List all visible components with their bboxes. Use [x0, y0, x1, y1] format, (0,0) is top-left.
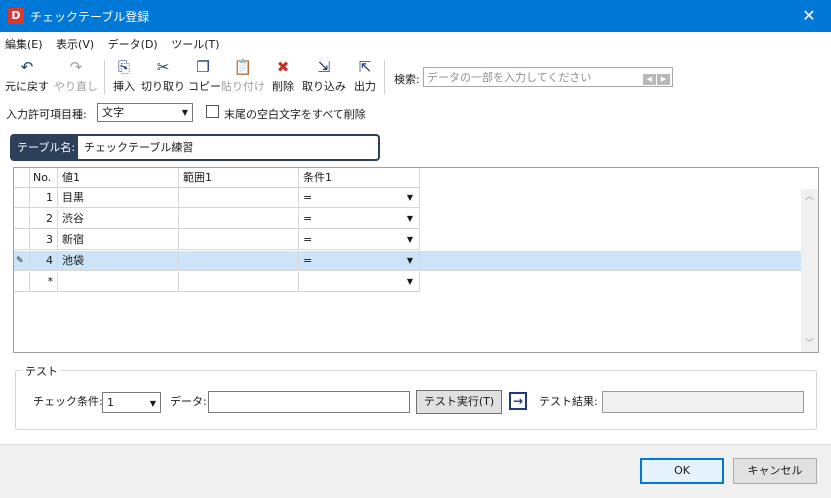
cell-value[interactable] — [58, 272, 179, 292]
search-next-icon[interactable]: ▶ — [657, 74, 670, 85]
clipboard-icon: 📋 — [233, 58, 253, 76]
cell-no: 1 — [30, 188, 58, 208]
chevron-down-icon[interactable]: ▼ — [407, 272, 413, 291]
scroll-up-icon[interactable]: ︿ — [801, 189, 818, 205]
cell-no: 3 — [30, 230, 58, 250]
undo-button[interactable]: ↶ 元に戻す — [4, 56, 50, 98]
edit-pencil-icon[interactable]: ✎ — [14, 251, 30, 271]
menu-data[interactable]: データ(D) — [103, 36, 163, 54]
row-header[interactable] — [14, 272, 30, 292]
cell-value[interactable]: 池袋 — [58, 251, 179, 271]
import-icon: ⇲ — [317, 58, 331, 76]
row-header-corner — [14, 168, 30, 188]
cell-value[interactable]: 渋谷 — [58, 209, 179, 229]
chevron-down-icon: ▼ — [181, 108, 188, 117]
search-prev-icon[interactable]: ◀ — [643, 74, 656, 85]
test-run-button[interactable]: テスト実行(T) — [416, 390, 502, 414]
col-header-range[interactable]: 範囲1 — [179, 168, 299, 188]
test-group-legend: テスト — [22, 363, 61, 379]
table-name-label: テーブル名: — [12, 136, 78, 159]
test-result-field — [602, 391, 804, 413]
import-button[interactable]: ⇲ 取り込み — [302, 56, 346, 98]
scissors-icon: ✂ — [156, 58, 170, 76]
cell-range[interactable] — [179, 251, 299, 271]
check-condition-label: チェック条件: — [33, 395, 103, 408]
copy-icon: ❐ — [196, 58, 210, 76]
search-box: ◀▶ — [423, 67, 673, 87]
search-nav: ◀ ▶ — [642, 71, 670, 85]
cell-condition[interactable]: = ▼ — [299, 251, 420, 271]
redo-button[interactable]: ↷ やり直し — [54, 56, 98, 98]
trim-label: 末尾の空白文字をすべて削除 — [224, 108, 366, 121]
test-data-label: データ: — [170, 395, 207, 408]
ok-button[interactable]: OK — [640, 458, 724, 484]
redo-icon: ↷ — [69, 58, 83, 76]
delete-icon: ✖ — [276, 58, 290, 76]
col-header-no[interactable]: No. — [30, 168, 58, 188]
cell-range[interactable] — [179, 272, 299, 292]
window-title: チェックテーブル登録 — [30, 10, 150, 24]
export-icon: ⇱ — [358, 58, 372, 76]
insert-icon: ⎘ — [117, 58, 130, 76]
row-header[interactable] — [14, 209, 30, 229]
title-bar: D チェックテーブル登録 ✕ — [0, 0, 831, 32]
cell-condition[interactable]: = ▼ — [299, 209, 420, 229]
close-icon[interactable]: ✕ — [787, 0, 831, 32]
delete-button[interactable]: ✖ 削除 — [269, 56, 297, 98]
undo-icon: ↶ — [20, 58, 34, 76]
cell-range[interactable] — [179, 188, 299, 208]
cell-no: 2 — [30, 209, 58, 229]
table-name-input[interactable]: チェックテーブル練習 — [80, 136, 193, 159]
trim-checkbox[interactable] — [206, 105, 219, 118]
input-type-select[interactable]: 文字 ▼ — [97, 103, 193, 122]
copy-button[interactable]: ❐ コピー — [188, 56, 221, 98]
cell-condition[interactable]: = ▼ — [299, 188, 420, 208]
col-header-value[interactable]: 値1 — [58, 168, 179, 188]
test-result-label: テスト結果: — [539, 395, 598, 408]
row-header[interactable] — [14, 188, 30, 208]
cell-value[interactable]: 目黒 — [58, 188, 179, 208]
table-name-field: テーブル名: チェックテーブル練習 — [10, 134, 380, 161]
chevron-down-icon[interactable]: ▼ — [407, 188, 413, 207]
search-input[interactable] — [424, 68, 634, 86]
toolbar-separator — [384, 60, 385, 94]
export-button[interactable]: ⇱ 出力 — [351, 56, 379, 98]
data-grid: No. 値1 範囲1 条件1 1 目黒 = ▼ 2 渋谷 = ▼ 3 新宿 = ▼ ✎… — [13, 167, 819, 353]
insert-button[interactable]: ⎘ 挿入 — [110, 56, 138, 98]
menu-tools[interactable]: ツール(T) — [166, 36, 224, 54]
menu-view[interactable]: 表示(V) — [51, 36, 99, 54]
test-data-input[interactable] — [208, 391, 410, 413]
scroll-down-icon[interactable]: ﹀ — [801, 336, 818, 352]
input-type-label: 入力許可項目種: — [6, 108, 87, 121]
app-icon: D — [8, 8, 24, 24]
row-header[interactable] — [14, 230, 30, 250]
cell-value[interactable]: 新宿 — [58, 230, 179, 250]
cut-button[interactable]: ✂ 切り取り — [141, 56, 185, 98]
chevron-down-icon[interactable]: ▼ — [407, 230, 413, 249]
cell-no: 4 — [30, 251, 58, 271]
chevron-down-icon[interactable]: ▼ — [407, 209, 413, 228]
selected-row-fill — [420, 251, 802, 271]
chevron-down-icon: ▼ — [149, 399, 156, 408]
paste-button[interactable]: 📋 貼り付け — [221, 56, 265, 98]
check-condition-select[interactable]: 1 ▼ — [102, 392, 161, 413]
chevron-down-icon[interactable]: ▼ — [407, 251, 413, 270]
cell-range[interactable] — [179, 230, 299, 250]
menu-edit[interactable]: 編集(E) — [0, 36, 48, 54]
grid-scrollbar[interactable]: ︿ ﹀ — [801, 189, 818, 352]
menu-bar: 編集(E) 表示(V) データ(D) ツール(T) — [0, 36, 225, 54]
toolbar-separator — [104, 60, 105, 94]
cell-condition[interactable]: ▼ — [299, 272, 420, 292]
cell-range[interactable] — [179, 209, 299, 229]
search-label: 検索: — [394, 73, 420, 86]
arrow-right-icon: → — [509, 392, 527, 410]
cell-condition[interactable]: = ▼ — [299, 230, 420, 250]
cancel-button[interactable]: キャンセル — [733, 458, 817, 484]
new-row-marker: * — [30, 272, 58, 292]
col-header-condition[interactable]: 条件1 — [299, 168, 420, 188]
